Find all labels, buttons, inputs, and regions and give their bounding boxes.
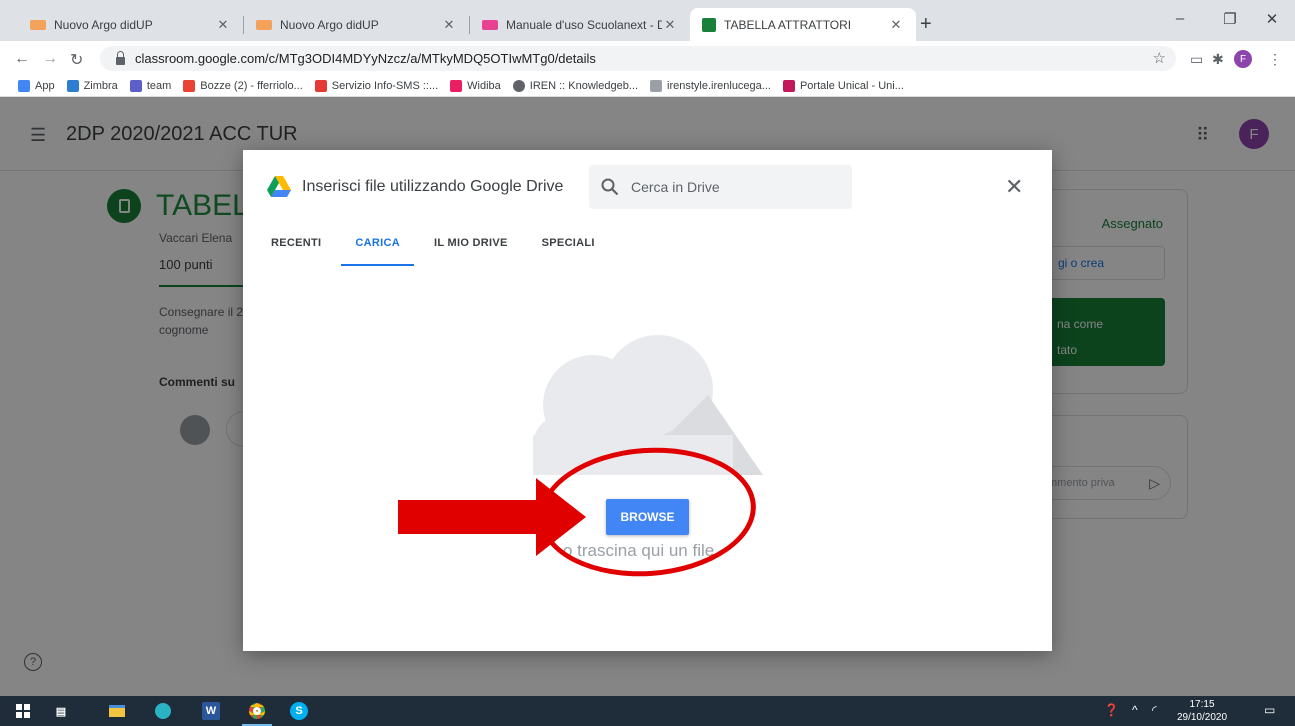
bookmarks-bar: App Zimbra team Bozze (2) - fferriolo...…	[0, 76, 1295, 97]
tab-recenti[interactable]: RECENTI	[257, 236, 335, 266]
bookmark-label: irenstyle.irenlucega...	[667, 80, 771, 92]
google-drive-icon	[267, 176, 291, 197]
minimize-window-icon[interactable]: –	[1160, 10, 1200, 27]
unical-icon	[782, 80, 795, 92]
tab-label: Nuovo Argo didUP	[280, 17, 379, 32]
classroom-favicon-icon	[702, 17, 716, 32]
picker-tabs: RECENTI CARICA IL MIO DRIVE SPECIALI	[257, 236, 615, 266]
edge-icon[interactable]	[154, 702, 172, 720]
bookmark-label: Portale Unical - Uni...	[799, 80, 904, 92]
bookmark-app[interactable]: App	[18, 80, 55, 92]
bookmark-label: Servizio Info-SMS ::...	[331, 80, 439, 92]
clock[interactable]: 17:15 29/10/2020	[1174, 698, 1230, 724]
kebab-menu-icon[interactable]: ⋮	[1268, 51, 1282, 68]
notifications-icon[interactable]: ▭	[1264, 703, 1275, 717]
back-arrow-icon[interactable]: ←	[14, 50, 30, 68]
close-tab-icon[interactable]: ✕	[662, 17, 678, 33]
address-bar[interactable]: classroom.google.com/c/MTg3ODI4MDYyNzcz/…	[100, 46, 1176, 71]
bookmark-label: App	[35, 80, 55, 92]
widiba-icon	[450, 80, 463, 92]
tab-label: TABELLA ATTRATTORI	[724, 17, 852, 32]
drive-search-input[interactable]	[631, 179, 831, 195]
browser-tab-tabella[interactable]: TABELLA ATTRATTORI ✕	[690, 8, 916, 41]
tab-label: Nuovo Argo didUP	[54, 17, 153, 32]
close-window-icon[interactable]: ✕	[1252, 10, 1292, 28]
chevron-up-icon[interactable]: ^	[1132, 703, 1138, 717]
tab-carica[interactable]: CARICA	[341, 236, 414, 266]
argo-favicon-icon	[256, 19, 272, 30]
argo-favicon-icon	[30, 19, 46, 30]
close-tab-icon[interactable]: ✕	[441, 17, 457, 33]
close-tab-icon[interactable]: ✕	[215, 17, 231, 33]
clock-time: 17:15	[1189, 699, 1215, 710]
browser-toolbar: ← → ↻ classroom.google.com/c/MTg3ODI4MDY…	[0, 41, 1295, 76]
irenstyle-icon	[650, 80, 663, 92]
teams-icon	[129, 80, 142, 92]
zimbra-icon	[66, 80, 79, 92]
browser-tab-strip: Nuovo Argo didUP ✕ Nuovo Argo didUP ✕ Ma…	[0, 0, 1295, 41]
tab-speciali[interactable]: SPECIALI	[528, 236, 609, 266]
search-icon	[601, 178, 619, 196]
url-text: classroom.google.com/c/MTg3ODI4MDYyNzcz/…	[135, 51, 596, 66]
extensions-puzzle-icon[interactable]: ✱	[1212, 51, 1224, 68]
bookmark-gmail[interactable]: Bozze (2) - fferriolo...	[183, 80, 303, 92]
skype-icon[interactable]: S	[290, 702, 308, 720]
forward-arrow-icon[interactable]: →	[42, 50, 58, 68]
help-tray-icon[interactable]: ❓	[1104, 703, 1119, 717]
picker-title: Inserisci file utilizzando Google Drive	[302, 178, 564, 195]
bookmark-widiba[interactable]: Widiba	[450, 80, 501, 92]
bookmark-iren[interactable]: IREN :: Knowledgeb...	[512, 80, 639, 92]
bookmark-label: Bozze (2) - fferriolo...	[200, 80, 303, 92]
file-explorer-icon[interactable]	[108, 702, 126, 720]
sms-service-icon	[314, 80, 327, 92]
browser-tab-argo-1[interactable]: Nuovo Argo didUP ✕	[18, 8, 243, 41]
docs-favicon-icon	[482, 19, 498, 30]
task-view-icon[interactable]: ▤	[52, 702, 70, 720]
bookmark-label: IREN :: Knowledgeb...	[529, 80, 639, 92]
close-tab-icon[interactable]: ✕	[888, 17, 904, 33]
bookmark-team[interactable]: team	[129, 80, 172, 92]
lock-icon	[116, 50, 125, 65]
apps-grid-icon	[18, 80, 30, 92]
drive-search-box[interactable]	[589, 165, 852, 209]
tab-label: Manuale d'uso Scuolanext - Doc	[506, 17, 662, 32]
chrome-icon[interactable]	[248, 702, 266, 720]
bookmark-unical[interactable]: Portale Unical - Uni...	[782, 80, 904, 92]
new-tab-button[interactable]: +	[920, 13, 932, 36]
tab-il-mio-drive[interactable]: IL MIO DRIVE	[420, 236, 522, 266]
reload-icon[interactable]: ↻	[70, 50, 83, 70]
bookmark-label: team	[146, 80, 172, 92]
media-icon[interactable]: ▭	[1190, 51, 1203, 68]
word-icon[interactable]: W	[202, 702, 220, 720]
windows-taskbar: ▤ W S ❓ ^ ◜ 17:15 29/10/2020 ▭	[0, 696, 1295, 726]
profile-avatar[interactable]: F	[1234, 50, 1252, 68]
close-icon[interactable]: ✕	[1005, 176, 1023, 198]
browser-tab-argo-2[interactable]: Nuovo Argo didUP ✕	[244, 8, 469, 41]
bookmark-zimbra[interactable]: Zimbra	[66, 80, 118, 92]
bookmark-star-icon[interactable]: ☆	[1153, 49, 1166, 67]
bookmark-sms[interactable]: Servizio Info-SMS ::...	[314, 80, 439, 92]
bookmark-label: Widiba	[467, 80, 501, 92]
globe-icon	[512, 80, 525, 92]
gmail-icon	[183, 80, 196, 92]
clock-date: 29/10/2020	[1176, 712, 1228, 723]
restore-window-icon[interactable]: ❐	[1210, 10, 1250, 28]
bookmark-irenstyle[interactable]: irenstyle.irenlucega...	[650, 80, 771, 92]
windows-start-icon[interactable]	[14, 702, 32, 720]
wifi-icon[interactable]: ◜	[1152, 703, 1157, 717]
bookmark-label: Zimbra	[83, 80, 118, 92]
browser-tab-manuale[interactable]: Manuale d'uso Scuolanext - Doc ✕	[470, 8, 690, 41]
